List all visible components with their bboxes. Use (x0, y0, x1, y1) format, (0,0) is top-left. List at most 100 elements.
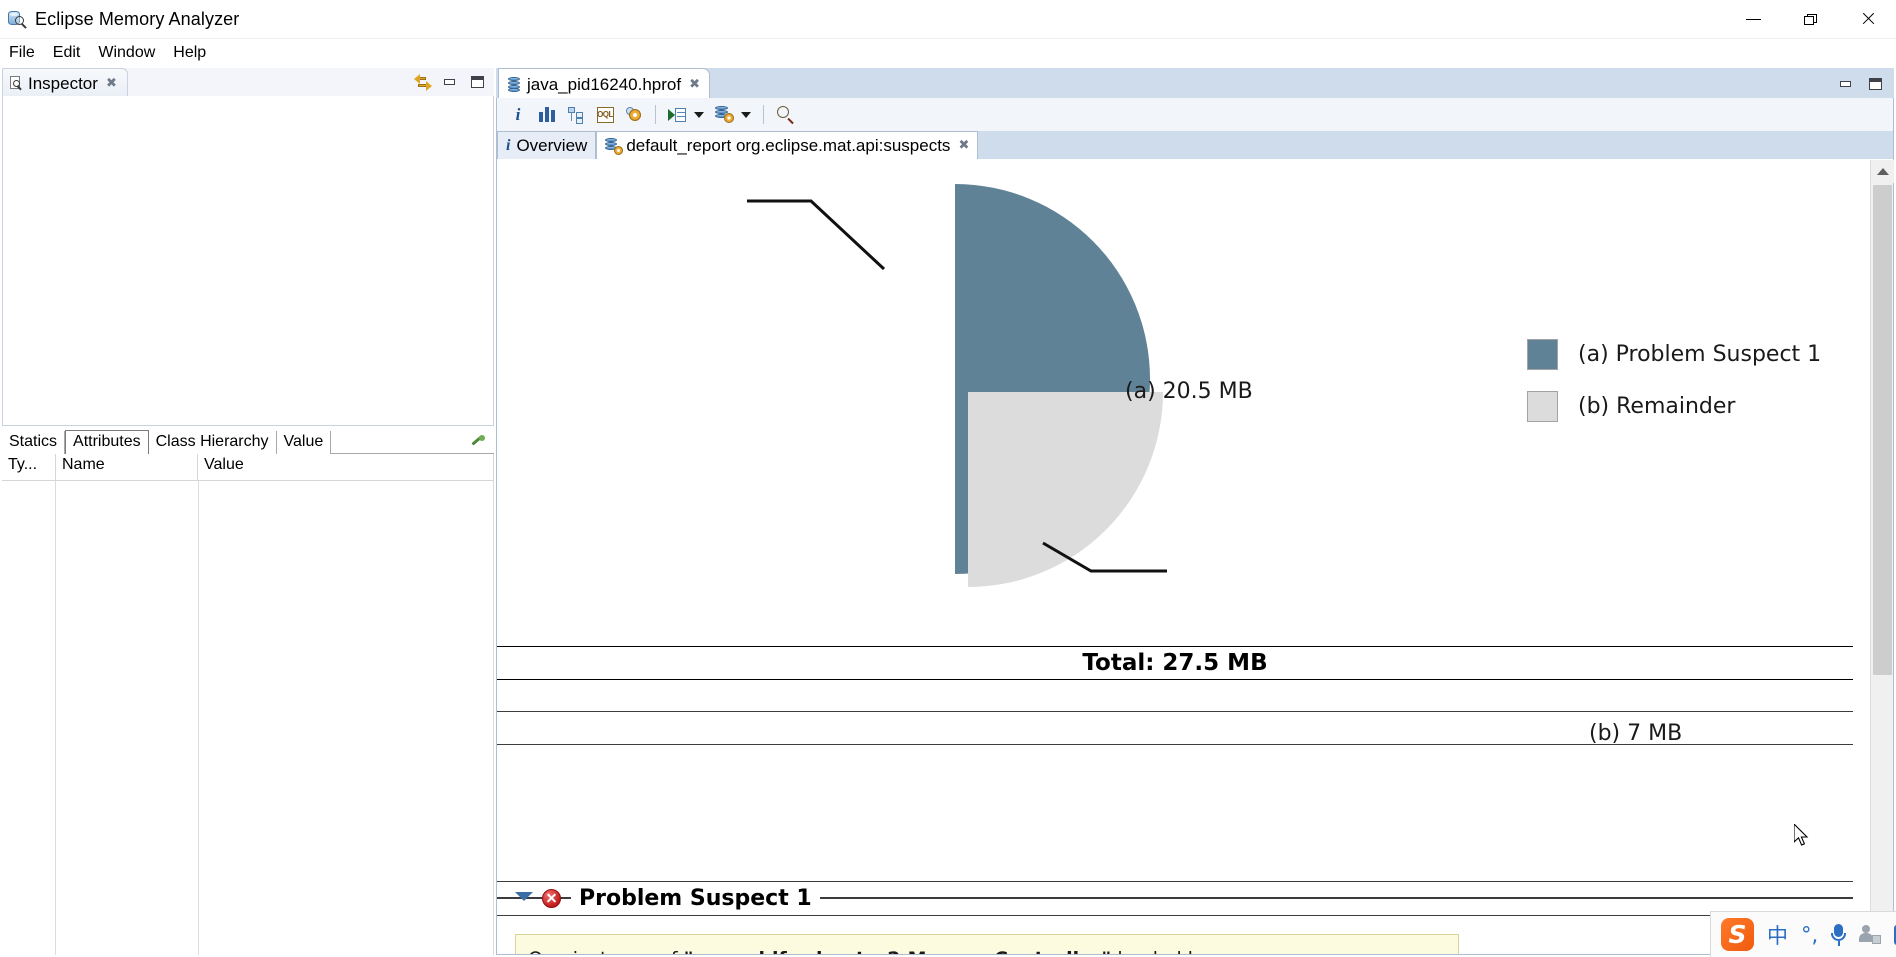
restore-button[interactable] (1782, 0, 1839, 39)
heap-dump-icon (506, 76, 522, 93)
divider (497, 711, 1853, 712)
editor-subtab-row: i Overview default_report org.eclipse.ma… (496, 131, 1894, 159)
inspector-tab-row: Inspector ✖ (2, 66, 494, 98)
toolbar-separator (763, 105, 764, 124)
mouse-cursor (1794, 824, 1809, 846)
inspector-detail-pane (2, 96, 494, 426)
divider (497, 915, 1853, 916)
editor-area: java_pid16240.hprof ✖ i OQL i Overview d… (496, 66, 1894, 955)
suspect-description-box: One instance of "com.gblfy.chapter2.Memo… (515, 934, 1459, 954)
scroll-up-arrow[interactable] (1871, 160, 1894, 183)
close-icon[interactable]: ✖ (106, 77, 117, 90)
open-query-browser-button[interactable] (711, 102, 737, 128)
dominator-tree-button[interactable] (563, 102, 589, 128)
problem-suspect-title: Problem Suspect 1 (571, 886, 820, 911)
inspector-view-buttons (414, 73, 486, 91)
legend-label-a: (a) Problem Suspect 1 (1578, 342, 1822, 367)
inspector-tab-label: Inspector (28, 73, 98, 93)
inspector-bottom-pane: Statics Attributes Class Hierarchy Value… (2, 426, 494, 955)
app-icon (7, 8, 29, 30)
editor-tab-label: java_pid16240.hprof (527, 74, 682, 94)
ime-punctuation-mode[interactable]: °, (1801, 923, 1818, 947)
window-controls (1725, 0, 1896, 39)
oql-button[interactable]: OQL (592, 102, 618, 128)
info-icon: i (506, 136, 511, 154)
chevron-down-icon[interactable] (515, 892, 533, 901)
ime-toolbar: S 中 °, (1710, 911, 1896, 957)
editor-tab-hprof[interactable]: java_pid16240.hprof ✖ (498, 68, 710, 100)
pie-graphic (747, 171, 1171, 591)
title-bar: Eclipse Memory Analyzer (0, 0, 1896, 39)
microphone-icon[interactable] (1831, 923, 1847, 946)
histogram-button[interactable] (534, 102, 560, 128)
inspector-table-body[interactable] (2, 481, 494, 955)
tab-statics[interactable]: Statics (2, 431, 66, 454)
menu-item-window[interactable]: Window (89, 43, 164, 63)
chart-total-label: Total: 27.5 MB (1082, 650, 1268, 676)
tab-value[interactable]: Value (277, 431, 332, 454)
close-button[interactable] (1839, 0, 1896, 39)
legend-item-problem-suspect-1: (a) Problem Suspect 1 (1527, 339, 1827, 370)
error-icon (542, 889, 561, 908)
minimize-icon[interactable] (1838, 75, 1855, 92)
restore-arrows-icon[interactable] (414, 73, 432, 91)
editor-toolbar: i OQL (496, 98, 1894, 131)
suspect-description-text: One instance of "com.gblfy.chapter2.Memo… (528, 945, 1446, 954)
column-header-name[interactable]: Name (56, 454, 198, 481)
menu-item-file[interactable]: File (0, 43, 44, 63)
chart-total-row: Total: 27.5 MB (497, 646, 1853, 680)
menu-bar: File Edit Window Help (0, 39, 1896, 66)
tab-attributes[interactable]: Attributes (65, 430, 149, 455)
chevron-down-icon[interactable] (741, 111, 751, 118)
inspector-subtabs: Statics Attributes Class Hierarchy Value (2, 426, 494, 455)
column-header-value[interactable]: Value (198, 454, 494, 481)
inspector-tab[interactable]: Inspector ✖ (2, 68, 128, 98)
legend-swatch-a (1527, 339, 1558, 370)
settings-gear-button[interactable] (621, 102, 647, 128)
toolbar-separator (655, 105, 656, 124)
divider (497, 744, 1853, 745)
close-icon[interactable]: ✖ (958, 139, 969, 152)
menu-item-help[interactable]: Help (164, 43, 215, 63)
menu-item-edit[interactable]: Edit (44, 43, 90, 63)
legend-label-b: (b) Remainder (1578, 394, 1736, 419)
minimize-icon[interactable] (442, 73, 459, 90)
tab-default-report-label: default_report org.eclipse.mat.api:suspe… (626, 135, 951, 155)
pin-icon[interactable] (469, 433, 485, 448)
tab-default-report-suspects[interactable]: default_report org.eclipse.mat.api:suspe… (596, 131, 979, 159)
find-button[interactable] (772, 102, 798, 128)
inspector-view: Inspector ✖ Statics Attributes Class Hie… (2, 66, 494, 955)
minimize-button[interactable] (1725, 0, 1782, 39)
app-title: Eclipse Memory Analyzer (35, 8, 240, 29)
editor-tab-row: java_pid16240.hprof ✖ (496, 66, 1894, 100)
suspects-pie-chart: (a) 20.5 MB (b) 7 MB (a) Problem Suspect… (497, 159, 1853, 746)
maximize-icon[interactable] (469, 73, 486, 90)
vertical-scrollbar[interactable] (1870, 160, 1894, 954)
report-icon (605, 137, 624, 155)
sogou-logo-icon[interactable]: S (1721, 918, 1754, 951)
legend-item-remainder: (b) Remainder (1527, 391, 1827, 422)
editor-view-buttons (1838, 75, 1884, 92)
overview-info-button[interactable]: i (505, 102, 531, 128)
tab-overview[interactable]: i Overview (497, 131, 597, 159)
ime-language-mode[interactable]: 中 (1767, 920, 1788, 950)
pie-label-a: (a) 20.5 MB (1125, 379, 1253, 404)
problem-suspect-header[interactable]: Problem Suspect 1 (497, 881, 1853, 915)
maximize-icon[interactable] (1867, 75, 1884, 92)
user-card-icon[interactable] (1859, 925, 1882, 944)
inspector-icon (9, 76, 24, 91)
callout-line-a (747, 199, 886, 271)
tab-class-hierarchy[interactable]: Class Hierarchy (149, 431, 277, 454)
chart-legend: (a) Problem Suspect 1 (b) Remainder (1527, 339, 1827, 443)
chevron-down-icon[interactable] (694, 111, 704, 118)
run-expert-system-button[interactable] (664, 102, 690, 128)
column-header-type[interactable]: Ty... (2, 454, 56, 481)
subtab-filler (978, 131, 1893, 159)
tab-overview-label: Overview (516, 135, 588, 155)
pie-svg (747, 184, 1171, 587)
close-icon[interactable]: ✖ (689, 78, 700, 91)
legend-swatch-b (1527, 391, 1558, 422)
scrollbar-thumb[interactable] (1873, 185, 1892, 675)
pie-label-b: (b) 7 MB (1589, 721, 1683, 746)
inspector-column-header: Ty... Name Value (2, 454, 494, 481)
